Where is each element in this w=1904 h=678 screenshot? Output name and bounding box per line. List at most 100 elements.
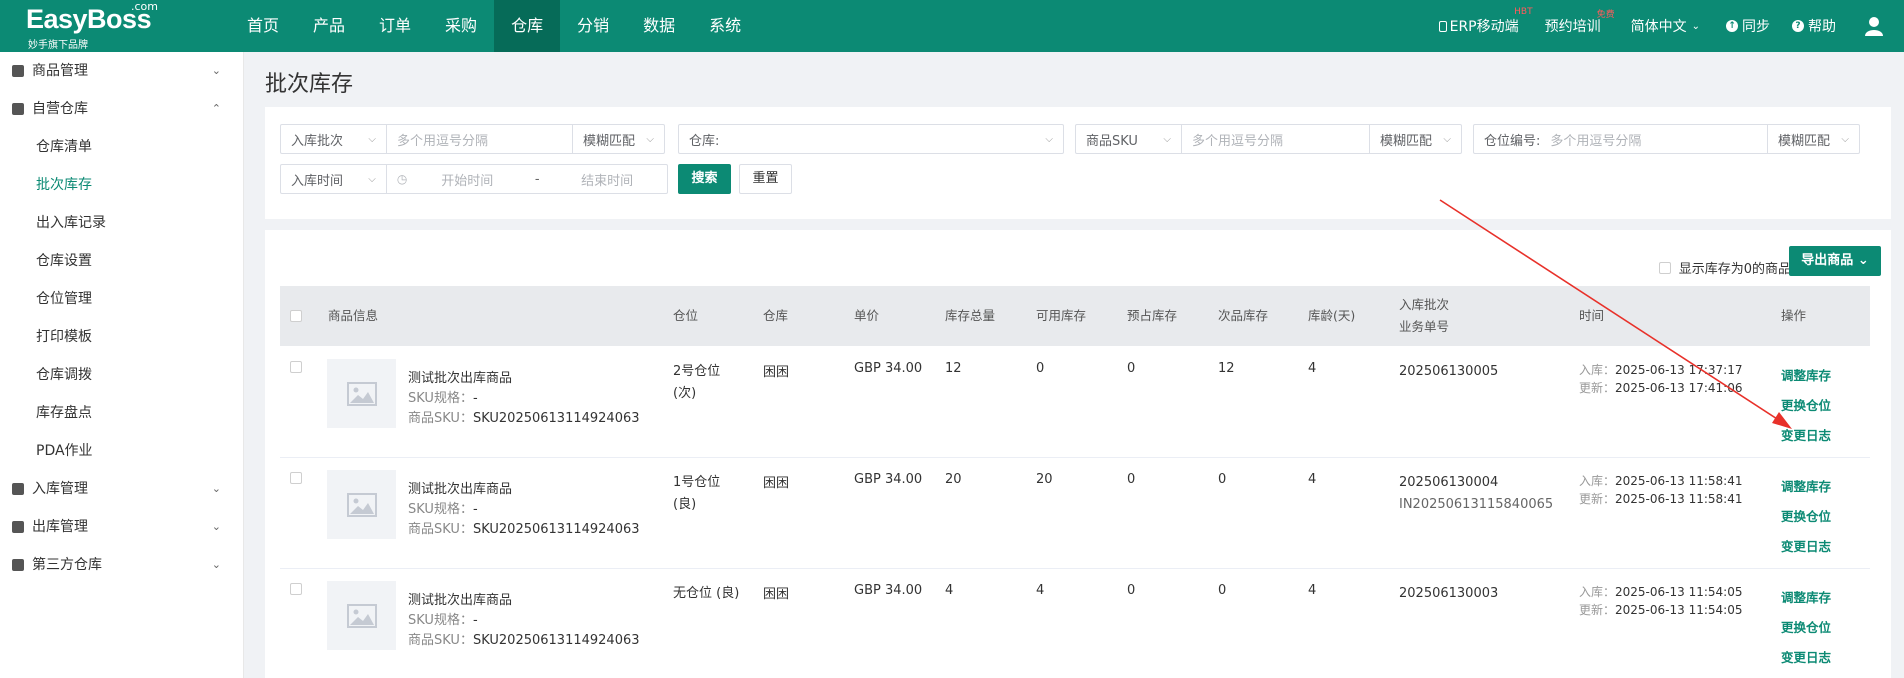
sidebar: 商品管理 ⌄ 自营仓库 ⌃ 仓库清单 批次库存 出入库记录 仓库设置 仓位管理 …: [0, 52, 244, 678]
sku-match-select[interactable]: 模糊匹配 ⌵: [1369, 125, 1461, 153]
sidebar-group-outbound[interactable]: 出库管理 ⌄: [0, 508, 243, 546]
change-location-link[interactable]: 更换仓位: [1781, 391, 1901, 421]
nav-warehouse[interactable]: 仓库: [494, 0, 561, 52]
location-input[interactable]: 多个用逗号分隔: [1540, 130, 1767, 149]
inbound-time-label: 入库：: [1579, 474, 1616, 488]
batch-type-label: 入库批次: [291, 133, 344, 149]
change-log-link[interactable]: 变更日志: [1781, 421, 1901, 451]
goods-icon: [12, 65, 24, 77]
product-sku-value: SKU20250613114924063: [472, 522, 640, 537]
show-zero-stock-checkbox[interactable]: 显示库存为0的商品: [1658, 258, 1791, 277]
nav-system[interactable]: 系统: [692, 0, 758, 52]
sidebar-item-io-records[interactable]: 出入库记录: [0, 204, 243, 242]
defect-stock-cell: 12: [1218, 361, 1235, 376]
product-sku-label: 商品SKU：: [408, 633, 473, 648]
adjust-stock-link[interactable]: 调整库存: [1781, 361, 1901, 391]
batch-input[interactable]: 多个用逗号分隔: [387, 130, 572, 149]
sidebar-item-stocktake[interactable]: 库存盘点: [0, 394, 243, 432]
sidebar-group-goods[interactable]: 商品管理 ⌄: [0, 52, 243, 90]
warehouse-select[interactable]: 仓库: ⌵: [678, 124, 1064, 154]
sidebar-item-transfer[interactable]: 仓库调拨: [0, 356, 243, 394]
logo-subtitle: 妙手旗下品牌: [28, 40, 88, 51]
sku-spec-value: -: [472, 391, 478, 406]
time-cell: 入库：2025-06-13 11:54:05 更新：2025-06-13 11:…: [1579, 583, 1742, 619]
checkbox[interactable]: [1658, 261, 1671, 274]
sidebar-group-label: 入库管理: [32, 481, 88, 497]
language-select[interactable]: 简体中文 ⌄: [1631, 16, 1700, 36]
training-link[interactable]: 预约培训 免费: [1545, 10, 1615, 36]
chevron-down-icon: ⌵: [1841, 133, 1849, 145]
chevron-down-icon: ⌄: [1691, 20, 1700, 32]
inbound-time-label: 入库：: [1579, 585, 1616, 599]
stock-age-cell: 4: [1308, 472, 1317, 487]
location-name: 2号仓位: [673, 364, 721, 379]
phone-icon: [1438, 20, 1447, 32]
sku-spec-label: SKU规格：: [408, 502, 473, 517]
change-log-link[interactable]: 变更日志: [1781, 643, 1901, 673]
nav-data[interactable]: 数据: [626, 0, 692, 52]
nav-home[interactable]: 首页: [230, 0, 296, 52]
page-title: 批次库存: [265, 72, 354, 97]
batch-match-select[interactable]: 模糊匹配 ⌵: [572, 125, 664, 153]
change-location-link[interactable]: 更换仓位: [1781, 502, 1901, 532]
nav-orders[interactable]: 订单: [362, 0, 428, 52]
change-log-link[interactable]: 变更日志: [1781, 532, 1901, 562]
search-button[interactable]: 搜索: [678, 164, 731, 194]
sidebar-item-pda[interactable]: PDA作业: [0, 432, 243, 470]
sidebar-item-print-templates[interactable]: 打印模板: [0, 318, 243, 356]
sku-input[interactable]: 多个用逗号分隔: [1182, 130, 1369, 149]
batch-type-select[interactable]: 入库批次 ⌵: [281, 125, 387, 153]
location-match-select[interactable]: 模糊匹配 ⌵: [1767, 125, 1859, 153]
sku-filter: 商品SKU ⌵ 多个用逗号分隔 模糊匹配 ⌵: [1075, 124, 1462, 154]
sidebar-group-inbound[interactable]: 入库管理 ⌄: [0, 470, 243, 508]
total-stock-cell: 20: [945, 472, 962, 487]
reset-button[interactable]: 重置: [739, 164, 792, 194]
row-checkbox[interactable]: [290, 361, 302, 373]
chevron-up-icon: ⌃: [211, 102, 221, 115]
operations-cell: 调整库存 更换仓位 变更日志: [1781, 583, 1901, 673]
location-cell: 无仓位 (良): [673, 583, 739, 605]
sku-spec-value: -: [472, 613, 478, 628]
product-name[interactable]: 测试批次出库商品: [408, 480, 640, 500]
select-all-checkbox[interactable]: [290, 310, 302, 322]
batch-number: 202506130004: [1399, 475, 1499, 490]
product-name[interactable]: 测试批次出库商品: [408, 591, 640, 611]
start-time-input[interactable]: 开始时间: [407, 170, 527, 189]
time-cell: 入库：2025-06-13 11:58:41 更新：2025-06-13 11:…: [1579, 472, 1742, 508]
sidebar-group-self-warehouse[interactable]: 自营仓库 ⌃: [0, 90, 243, 128]
adjust-stock-link[interactable]: 调整库存: [1781, 583, 1901, 613]
reserved-stock-cell: 0: [1127, 583, 1136, 598]
match-label: 模糊匹配: [1380, 133, 1433, 149]
batch-number: 202506130005: [1399, 364, 1499, 379]
adjust-stock-link[interactable]: 调整库存: [1781, 472, 1901, 502]
chevron-down-icon: ⌄: [1853, 253, 1869, 268]
row-checkbox[interactable]: [290, 472, 302, 484]
product-name[interactable]: 测试批次出库商品: [408, 369, 640, 389]
sku-type-select[interactable]: 商品SKU ⌵: [1076, 125, 1182, 153]
end-time-input[interactable]: 结束时间: [547, 170, 667, 189]
nav-purchase[interactable]: 采购: [428, 0, 494, 52]
sidebar-item-location-management[interactable]: 仓位管理: [0, 280, 243, 318]
update-time: 更新：2025-06-13 11:58:41: [1579, 490, 1742, 508]
user-avatar-icon[interactable]: [1864, 16, 1884, 36]
help-label: 帮助: [1808, 19, 1836, 35]
sync-button[interactable]: ↑ 同步: [1726, 16, 1770, 36]
sidebar-item-warehouse-settings[interactable]: 仓库设置: [0, 242, 243, 280]
nav-distribution[interactable]: 分销: [560, 0, 626, 52]
time-type-label: 入库时间: [291, 173, 344, 189]
export-button[interactable]: 导出商品 ⌄: [1789, 246, 1881, 276]
time-type-select[interactable]: 入库时间 ⌵: [281, 165, 387, 193]
location-quality: (良): [673, 497, 697, 512]
erp-mobile-link[interactable]: ERP移动端 HBT: [1438, 7, 1533, 36]
sidebar-group-third-party[interactable]: 第三方仓库 ⌄: [0, 546, 243, 584]
nav-products[interactable]: 产品: [296, 0, 362, 52]
logo[interactable]: EasyBoss .com 妙手旗下品牌: [26, 0, 166, 51]
col-product-info: 商品信息: [328, 308, 379, 323]
training-badge: 免费: [1596, 10, 1615, 20]
help-button[interactable]: ? 帮助: [1792, 16, 1836, 36]
sidebar-item-warehouse-list[interactable]: 仓库清单: [0, 128, 243, 166]
row-checkbox[interactable]: [290, 583, 302, 595]
sidebar-item-batch-stock[interactable]: 批次库存: [0, 166, 243, 204]
change-location-link[interactable]: 更换仓位: [1781, 613, 1901, 643]
warehouse-cell: 困困: [763, 365, 790, 380]
